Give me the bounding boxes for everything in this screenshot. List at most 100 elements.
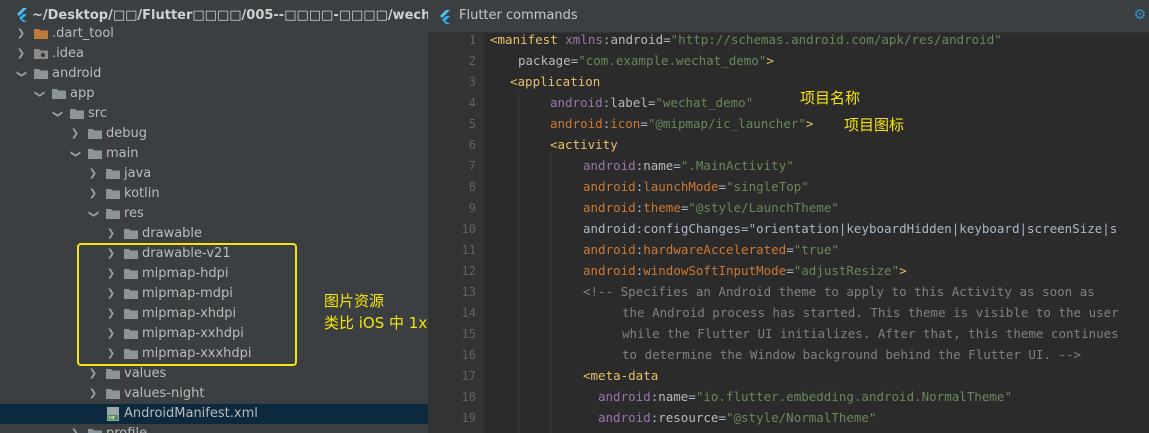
- line-number: 7: [468, 159, 476, 173]
- code-line[interactable]: android:windowSoftInputMode="adjustResiz…: [583, 263, 907, 278]
- chevron-right-icon[interactable]: ❯: [87, 384, 99, 404]
- tree-item-values-night[interactable]: ❯ values-night: [0, 384, 428, 404]
- project-root-label: ~/Desktop/□□/Flutter□□□□/005--□□□□-□□□□/…: [32, 8, 428, 23]
- image-resources-note: 图片资源: [324, 292, 385, 310]
- code-line[interactable]: android:name=".MainActivity": [583, 158, 794, 173]
- app-name-note: 项目名称: [800, 89, 861, 107]
- tree-item-dart-tool[interactable]: ❯ .dart_tool: [0, 24, 428, 44]
- tree-item-label: profile: [106, 424, 147, 433]
- code-line[interactable]: android:icon="@mipmap/ic_launcher">: [550, 116, 813, 131]
- line-number: 18: [461, 390, 476, 404]
- code-line[interactable]: while the Flutter UI initializes. After …: [622, 326, 1119, 341]
- code-line[interactable]: android:launchMode="singleTop": [583, 179, 809, 194]
- code-line[interactable]: android:hardwareAccelerated="true": [583, 242, 839, 257]
- tree-item-res[interactable]: ❯ res: [0, 204, 428, 224]
- tree-item-src[interactable]: ❯ src: [0, 104, 428, 124]
- folder-icon: [106, 368, 120, 379]
- tree-item-debug[interactable]: ❯ debug: [0, 124, 428, 144]
- tree-item-idea[interactable]: ❯ .idea: [0, 44, 428, 64]
- chevron-right-icon[interactable]: ❯: [87, 164, 99, 184]
- code-editor-panel: Flutter commands ⚙ 1 2 3 4 5 6 7 8 9 10 …: [428, 0, 1149, 433]
- code-line[interactable]: android:configChanges="orientation|keybo…: [583, 221, 1117, 236]
- chevron-right-icon[interactable]: ❯: [15, 44, 27, 64]
- mipmap-highlight-box: [77, 243, 297, 366]
- tree-item-label: AndroidManifest.xml: [124, 406, 258, 421]
- chevron-right-icon[interactable]: ❯: [69, 424, 81, 433]
- code-line[interactable]: to determine the Window background behin…: [622, 347, 1081, 362]
- line-number: 15: [461, 327, 476, 341]
- manifest-file-icon: MF: [106, 407, 120, 421]
- tree-item-android[interactable]: ❯ android: [0, 64, 428, 84]
- code-line[interactable]: <!-- Specifies an Android theme to apply…: [583, 284, 1095, 299]
- chevron-right-icon[interactable]: ❯: [105, 224, 117, 244]
- tree-item-label: values-night: [124, 386, 205, 401]
- line-number: 8: [468, 180, 476, 194]
- code-line[interactable]: android:label="wechat_demo": [550, 95, 753, 110]
- line-number: 9: [468, 201, 476, 215]
- code-line[interactable]: <application: [510, 74, 600, 89]
- flutter-icon: [16, 8, 28, 22]
- svg-text:MF: MF: [109, 416, 116, 422]
- line-number: 3: [468, 75, 476, 89]
- tree-item-values[interactable]: ❯ values: [0, 364, 428, 384]
- line-number: 16: [461, 348, 476, 362]
- folder-icon: [34, 28, 48, 39]
- line-number: 2: [468, 54, 476, 68]
- code-line[interactable]: package="com.example.wechat_demo">: [518, 53, 774, 68]
- code-line[interactable]: the Android process has started. This th…: [622, 305, 1119, 320]
- folder-icon: [88, 148, 102, 159]
- tree-item-android-manifest[interactable]: MF AndroidManifest.xml: [0, 404, 428, 424]
- line-number: 13: [461, 285, 476, 299]
- chevron-right-icon[interactable]: ❯: [15, 24, 27, 44]
- folder-icon: [106, 208, 120, 219]
- line-number: 19: [461, 411, 476, 425]
- tree-item-label: kotlin: [124, 186, 160, 201]
- chevron-down-icon[interactable]: ❯: [29, 88, 49, 100]
- tree-item-main[interactable]: ❯ main: [0, 144, 428, 164]
- ios-analogy-note: 类比 iOS 中 1x 2x 3x: [324, 314, 428, 332]
- project-tree-panel: ~/Desktop/□□/Flutter□□□□/005--□□□□-□□□□/…: [0, 0, 428, 433]
- tree-item-label: main: [106, 146, 139, 161]
- chevron-down-icon[interactable]: ❯: [47, 108, 67, 120]
- settings-icon[interactable]: ⚙: [1133, 7, 1146, 23]
- tree-item-profile[interactable]: ❯ profile: [0, 424, 428, 433]
- folder-icon: [52, 88, 66, 99]
- app-icon-note: 项目图标: [844, 116, 905, 134]
- chevron-right-icon[interactable]: ❯: [87, 184, 99, 204]
- tree-item-kotlin[interactable]: ❯ kotlin: [0, 184, 428, 204]
- line-number: 4: [468, 96, 476, 110]
- folder-icon: [124, 228, 138, 239]
- flutter-icon: [439, 9, 451, 28]
- project-root-row[interactable]: ~/Desktop/□□/Flutter□□□□/005--□□□□-□□□□/…: [0, 6, 428, 26]
- tree-item-app[interactable]: ❯ app: [0, 84, 428, 104]
- chevron-right-icon[interactable]: ❯: [87, 364, 99, 384]
- folder-icon: [70, 108, 84, 119]
- line-number-gutter: 1 2 3 4 5 6 7 8 9 10 11 12 13 14 15 16 1…: [428, 32, 484, 433]
- chevron-down-icon[interactable]: ❯: [65, 148, 85, 160]
- editor-header: Flutter commands ⚙: [428, 0, 1149, 33]
- code-line[interactable]: <activity: [550, 137, 618, 152]
- chevron-down-icon[interactable]: ❯: [83, 208, 103, 220]
- line-number: 17: [461, 369, 476, 383]
- code-line[interactable]: android:theme="@style/LaunchTheme": [583, 200, 839, 215]
- tree-item-java[interactable]: ❯ java: [0, 164, 428, 184]
- settings-folder-icon: [34, 48, 48, 59]
- chevron-down-icon[interactable]: ❯: [11, 68, 31, 80]
- code-line[interactable]: <manifest xmlns:android="http://schemas.…: [490, 32, 1002, 47]
- tree-item-label: values: [124, 366, 167, 381]
- code-line[interactable]: android:resource="@style/NormalTheme": [598, 410, 876, 425]
- code-line[interactable]: android:name="io.flutter.embedding.andro…: [598, 389, 1012, 404]
- tree-item-label: java: [124, 166, 152, 181]
- tree-item-label: android: [52, 66, 102, 81]
- code-line[interactable]: <meta-data: [583, 368, 658, 383]
- line-number: 1: [468, 33, 476, 47]
- line-number: 12: [461, 264, 476, 278]
- line-number: 6: [468, 138, 476, 152]
- tree-item-drawable[interactable]: ❯ drawable: [0, 224, 428, 244]
- chevron-right-icon[interactable]: ❯: [69, 124, 81, 144]
- flutter-commands-title: Flutter commands: [459, 8, 578, 23]
- folder-icon: [106, 388, 120, 399]
- tree-item-label: drawable: [142, 226, 203, 241]
- line-number: 11: [461, 243, 476, 257]
- tree-item-label: app: [70, 86, 95, 101]
